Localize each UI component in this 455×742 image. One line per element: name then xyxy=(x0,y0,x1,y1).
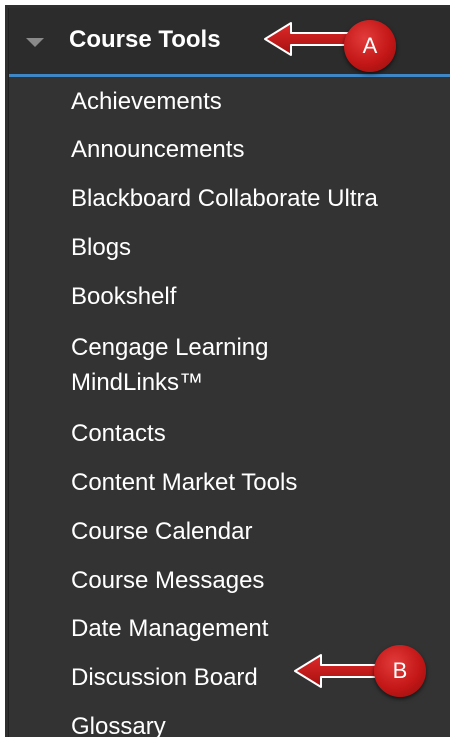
course-tools-title[interactable]: Course Tools xyxy=(69,26,221,54)
menu-item-glossary[interactable]: Glossary xyxy=(71,711,166,737)
collapse-triangle-icon[interactable] xyxy=(26,38,44,47)
menu-item-achievements[interactable]: Achievements xyxy=(71,86,222,117)
annotation-badge-a: A xyxy=(344,20,396,72)
menu-item-course-calendar[interactable]: Course Calendar xyxy=(71,516,252,547)
screenshot-frame: Course Tools Achievements Announcements … xyxy=(0,0,455,742)
menu-item-cengage-mindlinks[interactable]: Cengage Learning MindLinks™ xyxy=(71,330,269,400)
menu-item-course-messages[interactable]: Course Messages xyxy=(71,565,264,596)
menu-item-date-management[interactable]: Date Management xyxy=(71,613,268,644)
header-divider xyxy=(9,74,450,77)
menu-item-announcements[interactable]: Announcements xyxy=(71,134,244,165)
annotation-badge-b: B xyxy=(374,645,426,697)
course-tools-menu-panel: Course Tools Achievements Announcements … xyxy=(8,8,450,737)
menu-item-content-market-tools[interactable]: Content Market Tools xyxy=(71,467,297,498)
menu-item-blackboard-collaborate-ultra[interactable]: Blackboard Collaborate Ultra xyxy=(71,183,378,214)
menu-item-contacts[interactable]: Contacts xyxy=(71,418,166,449)
menu-item-blogs[interactable]: Blogs xyxy=(71,232,131,263)
menu-item-bookshelf[interactable]: Bookshelf xyxy=(71,281,176,312)
menu-item-discussion-board[interactable]: Discussion Board xyxy=(71,662,258,693)
